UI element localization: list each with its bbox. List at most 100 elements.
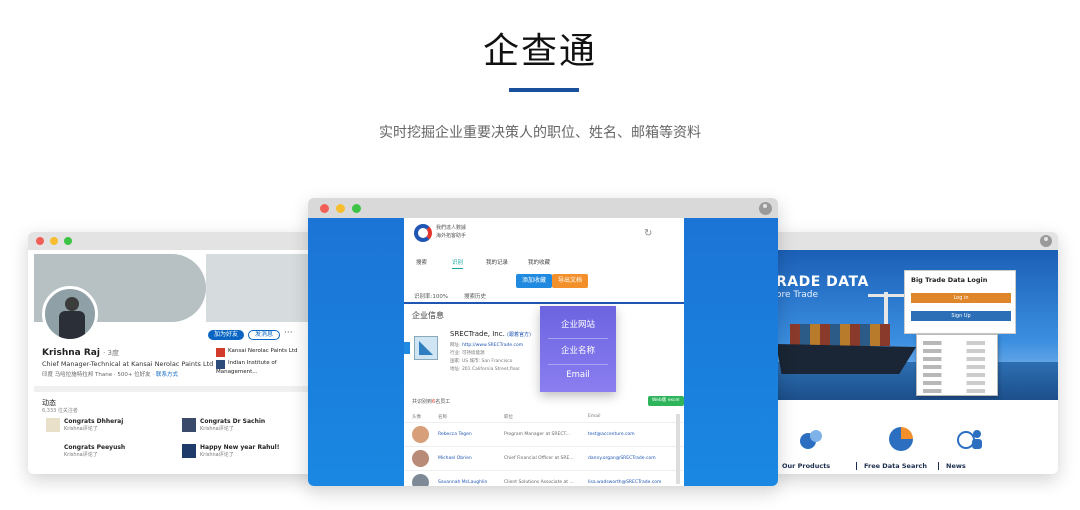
employee-email[interactable]: lisa.wadsworth@SRECTrade.com [588, 480, 661, 485]
post-thumbnail [46, 418, 60, 432]
message-button[interactable]: 发消息 [248, 330, 281, 340]
export-doc-button[interactable]: 导出文档 [552, 274, 589, 288]
context-menu-item[interactable] [923, 381, 985, 385]
table-row[interactable]: Michael Obrien Chief Financial Officer a… [404, 446, 684, 470]
company-logo-icon [216, 348, 225, 357]
profile-name-text: Krishna Raj [42, 348, 100, 358]
search-history-link[interactable]: 搜索历史 [464, 292, 486, 300]
section-divider [34, 386, 312, 392]
tab-records[interactable]: 我的记录 [486, 258, 508, 266]
close-window-dot[interactable] [320, 204, 329, 213]
signup-button[interactable]: Sign Up [911, 311, 1011, 321]
website-link[interactable]: http://www.SRECTrade.com [462, 343, 523, 348]
employee-count: 共识别到6名员工 [412, 398, 450, 405]
context-menu-item[interactable] [923, 349, 985, 353]
title-underline [509, 88, 579, 92]
login-button[interactable]: Log in [911, 293, 1011, 303]
employee-name[interactable]: Savannah McLaughlin [438, 480, 487, 485]
maximize-window-dot[interactable] [64, 237, 72, 245]
context-menu-item[interactable] [923, 341, 985, 345]
tab-favorites[interactable]: 我的收藏 [528, 258, 550, 266]
maximize-window-dot[interactable] [352, 204, 361, 213]
more-icon[interactable]: ··· [284, 328, 293, 338]
post-title: Congrats Dhheraj [64, 418, 124, 425]
window-titlebar [772, 232, 1058, 250]
add-favorite-button[interactable]: 添加收藏 [516, 274, 553, 288]
post-by: Krishna评论了 [200, 452, 234, 458]
menu-item-email[interactable]: Email [540, 370, 616, 380]
tab-recognize[interactable]: 识别 [452, 258, 464, 269]
connect-button[interactable]: 加为好友 [208, 330, 245, 340]
employee-title: Program Manager at SRECT... [504, 432, 570, 437]
org-label: Kansai Nerolac Paints Ltd [228, 348, 298, 354]
menu-item-company-name[interactable]: 企业名称 [540, 344, 616, 356]
chart-pie-icon[interactable] [886, 424, 916, 454]
employee-email[interactable]: test@accenture.com [588, 432, 635, 437]
org-item[interactable]: Kansai Nerolac Paints Ltd [216, 348, 312, 357]
context-menu-item[interactable] [923, 389, 985, 393]
nav-divider [856, 462, 857, 470]
close-window-dot[interactable] [36, 237, 44, 245]
company-address: 地址: 201 California Street,floor [450, 367, 521, 372]
org-label: Indian Institute of Management... [216, 360, 277, 375]
employee-name[interactable]: Rebecca Tegen [438, 432, 472, 437]
employee-name[interactable]: Michael Obrien [438, 456, 472, 461]
followers-count: 6,333 位关注者 [42, 408, 78, 414]
contact-info-link[interactable]: 联系方式 [156, 372, 178, 378]
logo-text: 我們達人數據 海外拓客助手 [436, 224, 466, 240]
section-title: 企业信息 [412, 311, 444, 320]
export-excel-button[interactable]: Web版 excel [648, 396, 684, 406]
products-icon[interactable] [796, 424, 826, 454]
school-logo-icon [216, 360, 225, 369]
user-icon[interactable] [759, 202, 772, 215]
table-row[interactable]: Rebecca Tegen Program Manager at SRECT..… [404, 422, 684, 446]
user-icon[interactable] [1040, 235, 1052, 247]
company-industry: 行业: 可持续能源 [450, 351, 485, 356]
table-row[interactable]: Savannah McLaughlin Client Solutions Ass… [404, 470, 684, 486]
employee-email[interactable]: danny.organ@SRECTrade.com [588, 456, 656, 461]
list-item[interactable]: Happy New year Rahul! Krishna评论了 [182, 444, 279, 458]
list-item[interactable]: Congrats Dhheraj Krishna评论了 [46, 418, 124, 432]
profile-name: Krishna Raj · 3度 [42, 348, 119, 358]
nav-news[interactable]: News [946, 462, 966, 470]
website-label: 网址: [450, 343, 461, 348]
banner-subtitle: ore Trade [776, 290, 819, 300]
tab-bar: 搜索 识别 我的记录 我的收藏 [414, 258, 674, 270]
profile-headline: Chief Manager-Technical at Kansai Nerola… [42, 360, 214, 368]
context-menu-item[interactable] [923, 357, 985, 361]
connection-degree: · 3度 [103, 349, 120, 357]
nav-our-products[interactable]: Our Products [782, 462, 830, 470]
globe-users-icon[interactable] [956, 424, 986, 454]
menu-item-company-website[interactable]: 企业网站 [540, 318, 616, 330]
org-item[interactable]: Indian Institute of Management... [216, 360, 312, 375]
list-item[interactable]: Congrats Peeyush Krishna评论了 [64, 444, 125, 458]
cargo-ship [776, 344, 916, 374]
field-menu: 企业网站 企业名称 Email [540, 306, 616, 392]
profile-location: 印度 马哈拉施特拉邦 Thane · 500+ 位好友 · 联系方式 [42, 370, 178, 378]
context-menu-item[interactable] [923, 365, 985, 369]
logo-icon [414, 224, 432, 242]
employee-title: Client Solutions Associate at ... [504, 480, 574, 485]
company-verified[interactable]: (跟着官方) [507, 332, 531, 338]
employee-count-prefix: 共识别到 [412, 399, 433, 405]
avatar[interactable] [42, 286, 98, 342]
refresh-icon[interactable]: ↻ [644, 228, 652, 239]
menu-divider [548, 338, 608, 339]
minimize-window-dot[interactable] [50, 237, 58, 245]
post-thumbnail [182, 418, 196, 432]
context-menu-item[interactable] [923, 373, 985, 377]
context-menu[interactable] [916, 334, 998, 396]
page-subtitle: 实时挖掘企业重要决策人的职位、姓名、邮箱等资料 [379, 125, 701, 141]
window-titlebar [28, 232, 318, 250]
tab-search[interactable]: 搜索 [416, 258, 427, 266]
crane-arm [868, 294, 908, 297]
logo-line-1: 我們達人數據 [436, 225, 467, 231]
nav-free-data-search[interactable]: Free Data Search [864, 462, 927, 470]
scrollbar[interactable] [676, 414, 680, 484]
window-titlebar [308, 198, 778, 218]
employee-title: Chief Financial Officer at SRE... [504, 456, 574, 461]
minimize-window-dot[interactable] [336, 204, 345, 213]
column-header: Email [588, 414, 601, 419]
list-item[interactable]: Congrats Dr Sachin Krishna评论了 [182, 418, 265, 432]
chevron-left-icon[interactable] [404, 342, 410, 354]
